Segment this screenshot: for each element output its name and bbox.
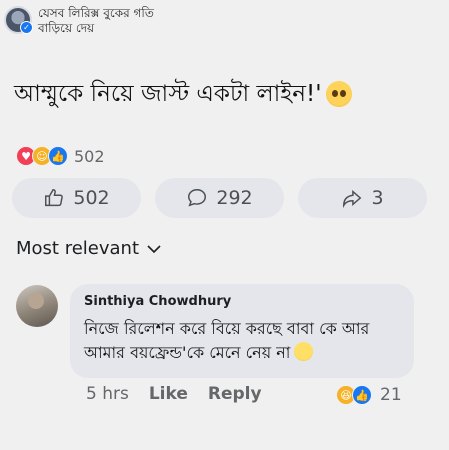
chevron-down-icon (147, 244, 161, 253)
like-icon: 👍 (48, 146, 68, 166)
verified-badge-icon: ✓ (20, 21, 33, 34)
like-icon: 👍 (352, 385, 372, 405)
comment-button[interactable]: 292 (155, 178, 284, 218)
reaction-count: 502 (74, 146, 105, 166)
smiling-face-emoji-icon (294, 342, 314, 361)
sort-label: Most relevant (16, 238, 140, 259)
share-button[interactable]: 3 (298, 178, 427, 218)
page-avatar[interactable]: ✓ (4, 6, 33, 34)
comment-reaction-count: 21 (380, 385, 402, 405)
share-arrow-icon (343, 189, 362, 209)
comment-reply-link[interactable]: Reply (208, 384, 262, 404)
thumbs-up-icon (45, 189, 64, 207)
comment-text: নিজে রিলেশন করে বিয়ে করছে বাবা কে আর আম… (84, 319, 370, 362)
commenter-avatar[interactable] (16, 285, 58, 327)
reaction-summary[interactable]: ♥ ☺ 👍 502 (16, 146, 105, 166)
like-count: 502 (73, 187, 110, 209)
post-body: আম্মুকে নিয়ে জাস্ট একটা লাইন!' (14, 78, 434, 110)
comment-reactions[interactable]: 😆 👍 21 (336, 385, 402, 405)
post-text: আম্মুকে নিয়ে জাস্ট একটা লাইন!' (14, 81, 322, 107)
comment-time[interactable]: 5 hrs (86, 384, 129, 404)
comment-like-link[interactable]: Like (149, 384, 188, 404)
comment-text-wrap: নিজে রিলেশন করে বিয়ে করছে বাবা কে আর আম… (84, 317, 400, 365)
comment-sort-dropdown[interactable]: Most relevant (16, 238, 161, 259)
comment-bubble-icon (188, 189, 207, 207)
post-actions: 502 292 3 (12, 178, 427, 218)
like-button[interactable]: 502 (12, 178, 141, 218)
share-count: 3 (371, 187, 384, 209)
page-name[interactable]: যেসব লিরিক্স বুকের গতি বাড়িয়ে দেয় (38, 6, 168, 36)
pleading-face-emoji-icon (325, 81, 352, 107)
commenter-name[interactable]: Sinthiya Chowdhury (84, 294, 400, 309)
comment-meta: 5 hrs Like Reply (86, 384, 282, 404)
post-header: ✓ যেসব লিরিক্স বুকের গতি বাড়িয়ে দেয় (4, 6, 168, 36)
comment-bubble: Sinthiya Chowdhury নিজে রিলেশন করে বিয়ে… (70, 284, 414, 378)
comment-count: 292 (216, 187, 253, 209)
